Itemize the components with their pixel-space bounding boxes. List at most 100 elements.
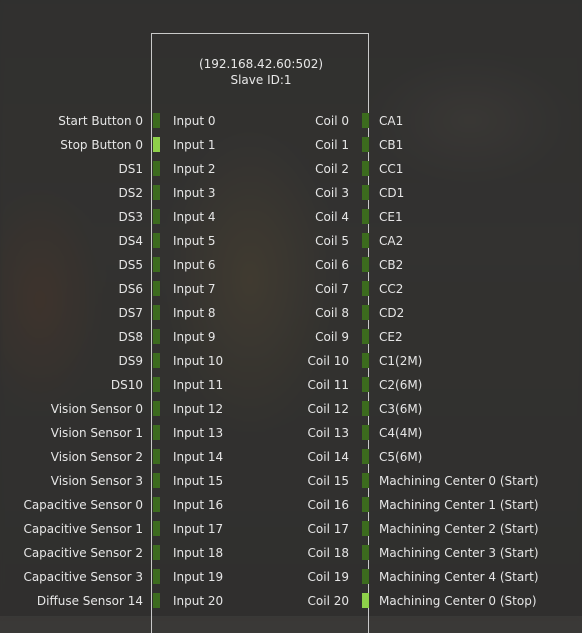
coil-name: Coil 20 [307, 594, 349, 608]
coil-indicator[interactable] [362, 233, 369, 248]
input-name: Input 15 [173, 474, 224, 488]
input-label: Stop Button 0 [60, 138, 143, 152]
input-indicator[interactable] [153, 113, 160, 128]
input-label: Vision Sensor 3 [50, 474, 143, 488]
coil-indicator[interactable] [362, 521, 369, 536]
coil-indicator[interactable] [362, 329, 369, 344]
input-indicator[interactable] [153, 281, 160, 296]
coil-indicator[interactable] [362, 209, 369, 224]
coil-label: CD1 [379, 186, 405, 200]
coil-indicator[interactable] [362, 281, 369, 296]
coil-label: C2(6M) [379, 378, 423, 392]
coil-indicator[interactable] [362, 353, 369, 368]
coil-label: Machining Center 0 (Stop) [379, 594, 537, 608]
input-name: Input 6 [173, 258, 216, 272]
input-label: Capacitive Sensor 3 [23, 570, 143, 584]
io-row: Vision Sensor 1 Input 13 Coil 13 C4(4M) [0, 421, 582, 445]
input-label: Start Button 0 [58, 114, 143, 128]
coil-label: C1(2M) [379, 354, 423, 368]
io-row: DS8 Input 9 Coil 9 CE2 [0, 325, 582, 349]
input-name: Input 5 [173, 234, 216, 248]
io-row: Vision Sensor 2 Input 14 Coil 14 C5(6M) [0, 445, 582, 469]
input-indicator[interactable] [153, 353, 160, 368]
coil-indicator[interactable] [362, 377, 369, 392]
input-label: DS6 [118, 282, 144, 296]
input-name: Input 8 [173, 306, 216, 320]
coil-indicator[interactable] [362, 545, 369, 560]
input-name: Input 9 [173, 330, 216, 344]
io-row: DS3 Input 4 Coil 4 CE1 [0, 205, 582, 229]
input-name: Input 0 [173, 114, 216, 128]
input-indicator[interactable] [153, 497, 160, 512]
input-label: Vision Sensor 0 [50, 402, 143, 416]
input-name: Input 7 [173, 282, 216, 296]
input-name: Input 11 [173, 378, 224, 392]
input-indicator[interactable] [153, 521, 160, 536]
input-indicator[interactable] [153, 257, 160, 272]
coil-name: Coil 9 [315, 330, 349, 344]
input-label: DS8 [118, 330, 144, 344]
input-indicator[interactable] [153, 401, 160, 416]
input-indicator[interactable] [153, 545, 160, 560]
coil-name: Coil 13 [307, 426, 349, 440]
io-row: Vision Sensor 3 Input 15 Coil 15 Machining … [0, 469, 582, 493]
coil-label: C5(6M) [379, 450, 423, 464]
input-indicator[interactable] [153, 449, 160, 464]
coil-indicator[interactable] [362, 449, 369, 464]
coil-indicator[interactable] [362, 113, 369, 128]
io-row: Capacitive Sensor 0 Input 16 Coil 16 Machin… [0, 493, 582, 517]
coil-name: Coil 7 [315, 282, 349, 296]
coil-indicator[interactable] [362, 161, 369, 176]
io-row: DS6 Input 7 Coil 7 CC2 [0, 277, 582, 301]
device-address: (192.168.42.60:502) [198, 57, 324, 71]
input-label: Diffuse Sensor 14 [36, 594, 143, 608]
input-name: Input 13 [173, 426, 224, 440]
input-indicator[interactable] [153, 593, 160, 608]
input-label: Vision Sensor 2 [50, 450, 143, 464]
coil-indicator[interactable] [362, 569, 369, 584]
input-name: Input 14 [173, 450, 224, 464]
coil-label: CA2 [379, 234, 404, 248]
input-indicator[interactable] [153, 209, 160, 224]
coil-indicator[interactable] [362, 305, 369, 320]
input-label: DS1 [118, 162, 144, 176]
input-label: Vision Sensor 1 [50, 426, 143, 440]
input-indicator[interactable] [153, 377, 160, 392]
input-label: Capacitive Sensor 1 [23, 522, 143, 536]
input-indicator[interactable] [153, 473, 160, 488]
io-row: DS9 Input 10 Coil 10 C1(2M) [0, 349, 582, 373]
coil-indicator[interactable] [362, 473, 369, 488]
input-label: DS3 [118, 210, 144, 224]
input-label: DS10 [110, 378, 143, 392]
coil-name: Coil 1 [315, 138, 349, 152]
io-row: Capacitive Sensor 3 Input 19 Coil 19 Machin… [0, 565, 582, 589]
input-name: Input 19 [173, 570, 224, 584]
input-indicator[interactable] [153, 161, 160, 176]
input-name: Input 1 [173, 138, 216, 152]
input-indicator[interactable] [153, 185, 160, 200]
coil-indicator[interactable] [362, 497, 369, 512]
coil-indicator[interactable] [362, 257, 369, 272]
input-indicator[interactable] [153, 329, 160, 344]
coil-indicator[interactable] [362, 593, 369, 608]
input-indicator[interactable] [153, 569, 160, 584]
coil-name: Coil 4 [315, 210, 349, 224]
io-row: Start Button 0 Input 0 Coil 0 CA1 [0, 109, 582, 133]
coil-label: Machining Center 0 (Start) [379, 474, 539, 488]
input-label: DS2 [118, 186, 144, 200]
io-row: Vision Sensor 0 Input 12 Coil 12 C3(6M) [0, 397, 582, 421]
input-indicator[interactable] [153, 233, 160, 248]
input-indicator[interactable] [153, 137, 160, 152]
input-label: DS4 [118, 234, 144, 248]
coil-indicator[interactable] [362, 401, 369, 416]
input-name: Input 17 [173, 522, 224, 536]
input-indicator[interactable] [153, 305, 160, 320]
coil-name: Coil 5 [315, 234, 349, 248]
coil-indicator[interactable] [362, 185, 369, 200]
coil-indicator[interactable] [362, 425, 369, 440]
input-indicator[interactable] [153, 425, 160, 440]
coil-name: Coil 18 [307, 546, 349, 560]
coil-indicator[interactable] [362, 137, 369, 152]
input-name: Input 10 [173, 354, 224, 368]
input-name: Input 16 [173, 498, 224, 512]
